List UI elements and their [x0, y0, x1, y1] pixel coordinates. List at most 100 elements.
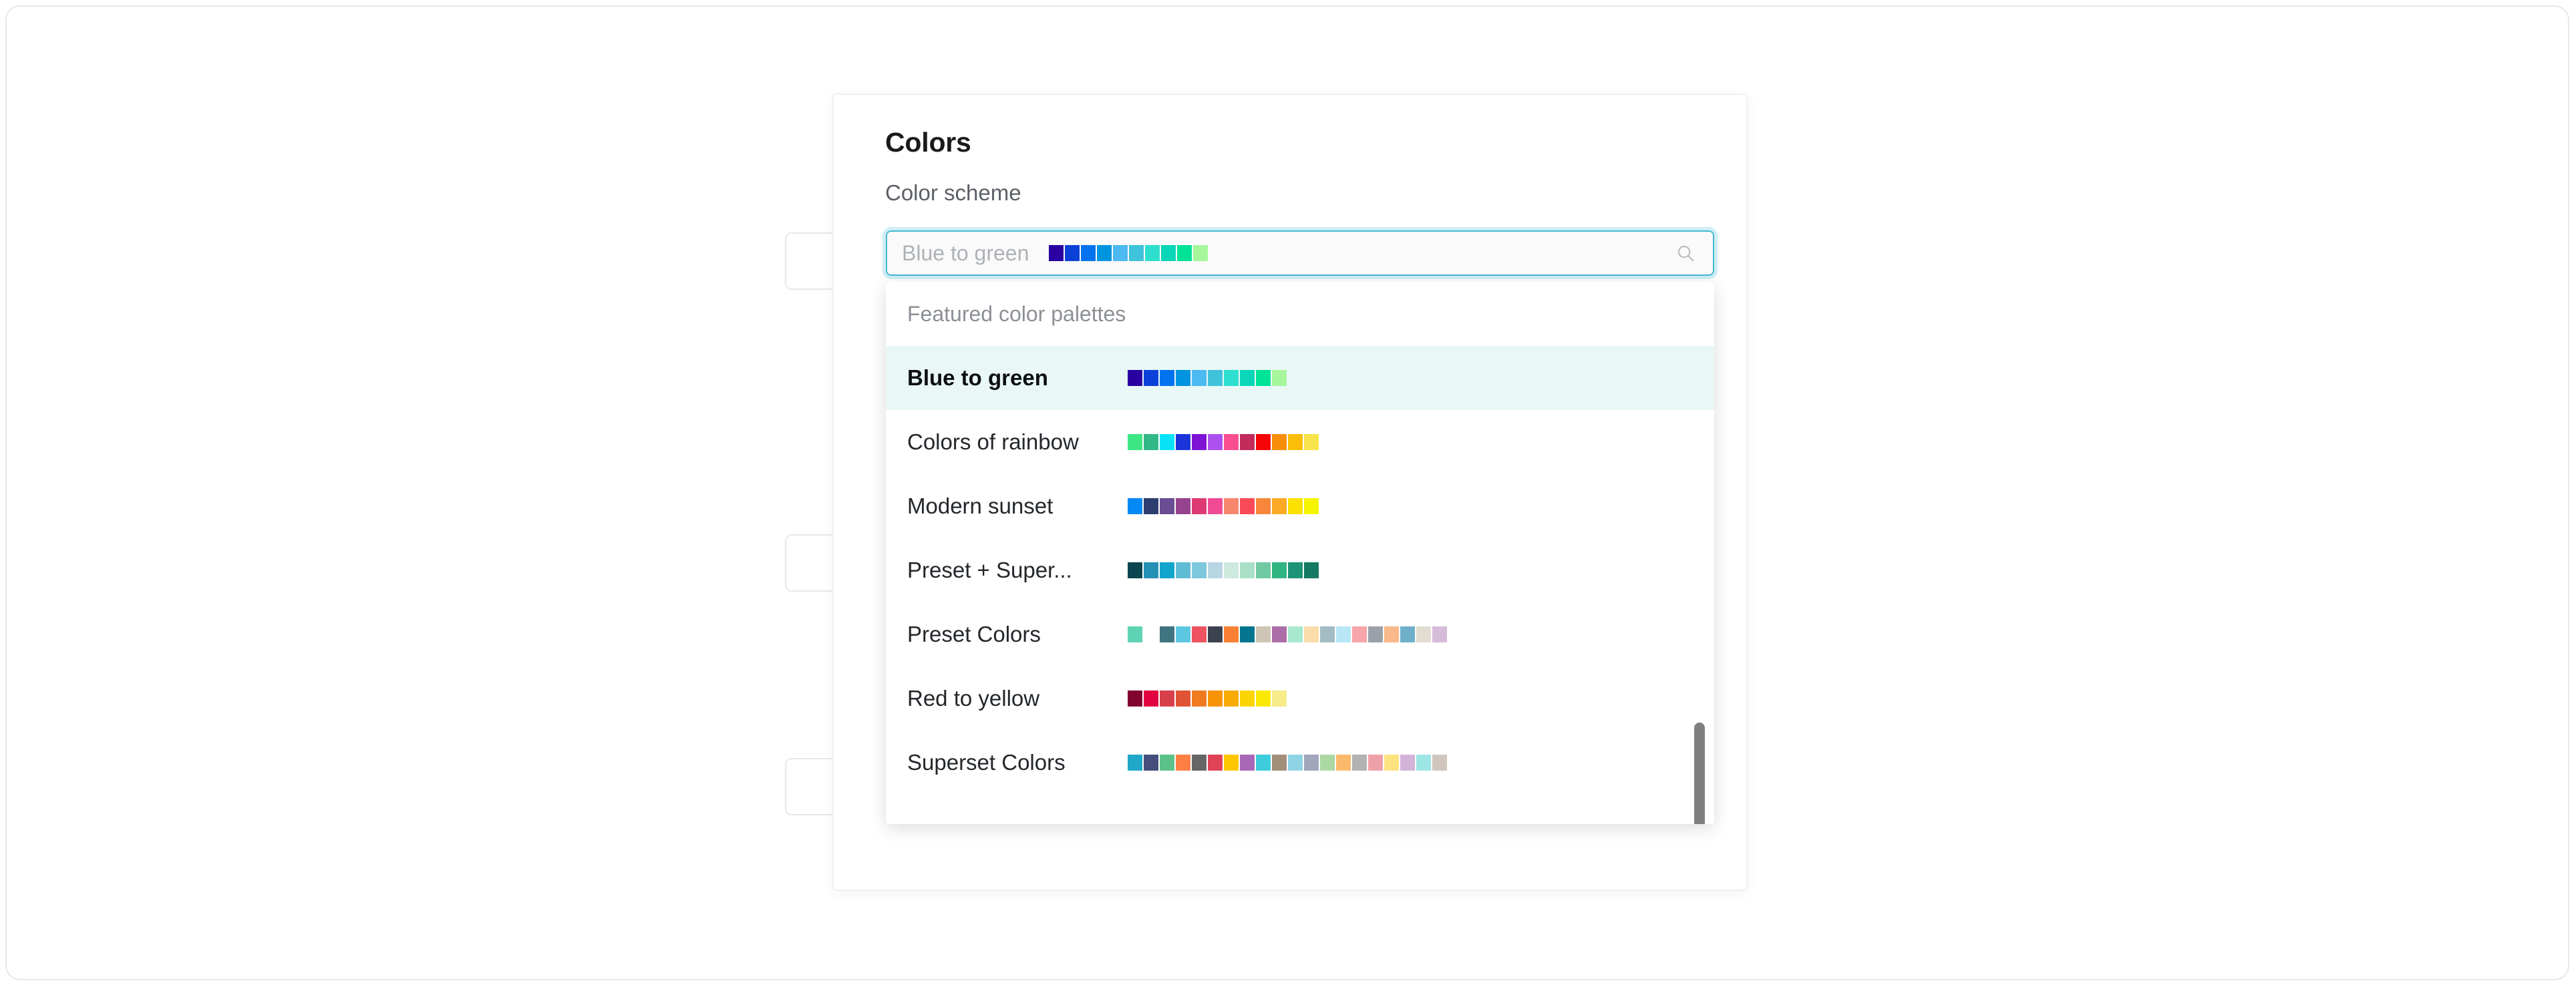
dropdown-scrollbar-thumb[interactable]	[1694, 723, 1705, 824]
color-swatch	[1192, 498, 1206, 514]
color-swatch	[1192, 755, 1206, 771]
color-swatch	[1272, 562, 1287, 578]
palette-option-swatches	[1128, 498, 1319, 514]
color-swatch	[1224, 434, 1239, 450]
color-swatch	[1097, 245, 1112, 261]
palette-option-label: Preset + Super...	[907, 558, 1072, 582]
color-swatch	[1160, 434, 1174, 450]
palette-option[interactable]: Superset Colors	[886, 731, 1714, 795]
color-swatch	[1288, 562, 1303, 578]
color-swatch	[1256, 562, 1271, 578]
color-swatch	[1208, 434, 1223, 450]
palette-option[interactable]: Colors of rainbow	[886, 410, 1714, 474]
color-swatch	[1144, 626, 1158, 642]
color-swatch	[1256, 690, 1271, 707]
palette-option-swatches	[1128, 434, 1319, 450]
color-swatch	[1240, 690, 1255, 707]
color-swatch	[1144, 498, 1158, 514]
color-swatch	[1384, 626, 1399, 642]
color-swatch	[1240, 562, 1255, 578]
palette-option-label: Superset Colors	[907, 750, 1066, 775]
palette-option[interactable]: Preset Colors	[886, 602, 1714, 666]
color-swatch	[1304, 434, 1319, 450]
palette-option[interactable]: Preset + Super...	[886, 538, 1714, 602]
palette-option-swatches	[1128, 370, 1287, 386]
color-swatch	[1288, 626, 1303, 642]
selected-palette-preview	[1049, 245, 1209, 261]
color-swatch	[1416, 755, 1431, 771]
color-swatch	[1128, 690, 1142, 707]
color-swatch	[1256, 626, 1271, 642]
color-swatch	[1288, 498, 1303, 514]
palette-option-label: Blue to green	[907, 365, 1048, 390]
color-swatch	[1288, 755, 1303, 771]
color-swatch	[1113, 245, 1128, 261]
color-swatch	[1256, 370, 1271, 386]
dropdown-group-header: Featured color palettes	[907, 301, 1126, 326]
color-swatch	[1336, 755, 1351, 771]
color-swatch	[1304, 626, 1319, 642]
color-swatch	[1304, 562, 1319, 578]
color-swatch	[1272, 626, 1287, 642]
color-swatch	[1368, 755, 1383, 771]
color-swatch	[1160, 498, 1174, 514]
palette-option[interactable]: Blue to green	[886, 346, 1714, 410]
color-swatch	[1176, 755, 1190, 771]
color-swatch	[1256, 498, 1271, 514]
color-swatch	[1176, 690, 1190, 707]
color-swatch	[1160, 755, 1174, 771]
color-swatch	[1192, 562, 1206, 578]
color-swatch	[1272, 690, 1287, 707]
palette-option-swatches	[1128, 626, 1447, 642]
color-swatch	[1144, 690, 1158, 707]
color-swatch	[1272, 755, 1287, 771]
search-icon[interactable]	[1675, 243, 1696, 263]
color-swatch	[1304, 498, 1319, 514]
color-swatch	[1208, 690, 1223, 707]
color-swatch	[1256, 755, 1271, 771]
color-swatch	[1144, 755, 1158, 771]
color-swatch	[1224, 626, 1239, 642]
color-swatch	[1416, 626, 1431, 642]
color-swatch	[1224, 562, 1239, 578]
color-swatch	[1272, 370, 1287, 386]
palette-option[interactable]: Red to yellow	[886, 666, 1714, 731]
color-scheme-input-placeholder: Blue to green	[902, 240, 1029, 265]
color-swatch	[1272, 434, 1287, 450]
color-swatch	[1144, 370, 1158, 386]
color-swatch	[1400, 626, 1415, 642]
color-swatch	[1161, 245, 1176, 261]
color-swatch	[1192, 690, 1206, 707]
color-swatch	[1081, 245, 1096, 261]
color-swatch	[1256, 434, 1271, 450]
color-swatch	[1240, 755, 1255, 771]
color-swatch	[1352, 626, 1367, 642]
color-swatch	[1208, 562, 1223, 578]
color-swatch	[1128, 434, 1142, 450]
color-swatch	[1176, 562, 1190, 578]
palette-option-label: Preset Colors	[907, 622, 1041, 646]
color-swatch	[1352, 755, 1367, 771]
color-swatch	[1128, 498, 1142, 514]
color-swatch	[1336, 626, 1351, 642]
color-swatch	[1208, 755, 1223, 771]
color-swatch	[1432, 626, 1447, 642]
palette-option-list: Blue to green Colors of rainbow Modern sun…	[886, 346, 1714, 795]
color-swatch	[1240, 626, 1255, 642]
color-swatch	[1128, 562, 1142, 578]
color-swatch	[1224, 498, 1239, 514]
palette-option-swatches	[1128, 690, 1287, 707]
color-swatch	[1128, 626, 1142, 642]
palette-option[interactable]: Modern sunset	[886, 474, 1714, 538]
color-swatch	[1160, 562, 1174, 578]
color-scheme-select[interactable]: Blue to green	[886, 230, 1714, 276]
color-swatch	[1176, 434, 1190, 450]
color-swatch	[1144, 562, 1158, 578]
palette-dropdown[interactable]: Featured color palettes Blue to green Col…	[886, 282, 1714, 824]
color-swatch	[1193, 245, 1209, 261]
color-swatch	[1160, 370, 1174, 386]
palette-option-swatches	[1128, 755, 1447, 771]
color-swatch	[1192, 434, 1206, 450]
color-swatch	[1145, 245, 1160, 261]
palette-option-label: Colors of rainbow	[907, 429, 1079, 454]
